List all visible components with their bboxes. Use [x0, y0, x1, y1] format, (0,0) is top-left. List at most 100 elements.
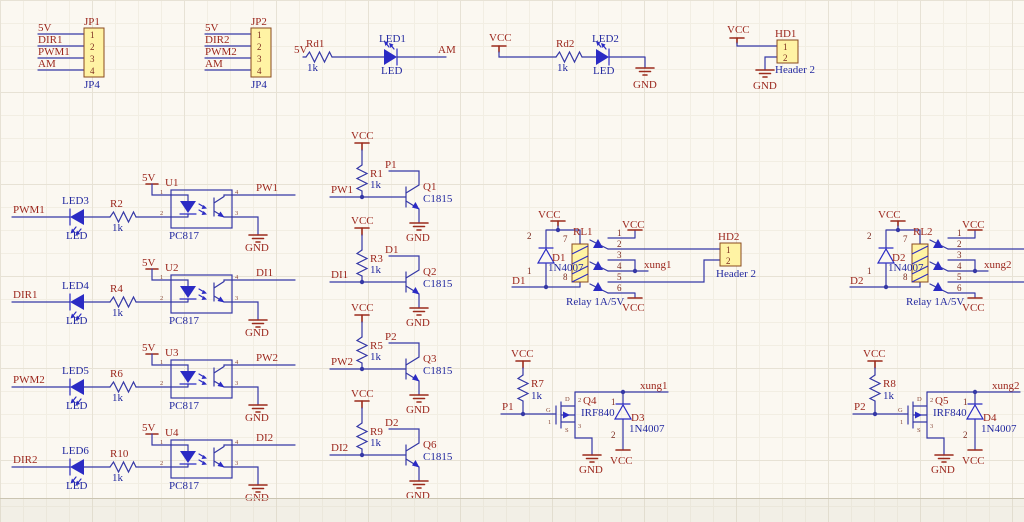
part-ref: U3: [165, 347, 179, 359]
part-ref: R10: [110, 448, 129, 460]
relay-rl1[interactable]: VCC RL1 2 7 D1 1N4007 1 8 D1 Relay 1A/5V…: [511, 209, 721, 314]
part-ref: JP1: [84, 16, 100, 28]
pin-number: 1: [160, 189, 163, 196]
part-ref: RL1: [573, 226, 593, 238]
pin-number: 2: [867, 231, 872, 241]
pin-number: 5: [957, 272, 962, 282]
pin-number: 2: [257, 42, 262, 52]
pin-number: 2: [160, 460, 163, 467]
power-label: GND: [931, 464, 955, 476]
power-label: GND: [633, 79, 657, 91]
relay-rl2[interactable]: VCC RL2 2 7 D2 1N4007 1 8 D2 Relay 1A/5V…: [849, 209, 1024, 314]
schematic-canvas[interactable]: 5V DIR1 PWM1 AM JP1 JP4 1 2 3 4 5V DIR2 …: [0, 0, 1024, 522]
opto-stage-u4[interactable]: DIR2 LED6 LED R10 1k 5V U4 1 2 4 3 PC817…: [11, 422, 295, 504]
pin-number: 3: [235, 295, 238, 302]
opto-stage-u3[interactable]: PWM2 LED5 LED R6 1k 5V U3 1 2 4 3 PC817 …: [11, 342, 295, 424]
pin-number: 3: [930, 423, 933, 430]
net-label: VCC: [962, 219, 985, 231]
part-ref: R2: [110, 198, 123, 210]
opto-stage-u2[interactable]: DIR1 LED4 LED R4 1k 5V U2 1 2 4 3 PC817 …: [11, 257, 295, 339]
pin-number: 4: [257, 66, 262, 76]
part-value: Relay 1A/5V: [906, 296, 964, 308]
pin-number: 1: [257, 30, 262, 40]
part-ref: R4: [110, 283, 123, 295]
part-value: LED: [66, 315, 87, 327]
net-label: PW1: [256, 182, 278, 194]
pin-number: 2: [160, 210, 163, 217]
part-value: JP4: [251, 79, 267, 91]
npn-stage-q3[interactable]: VCC R5 1k PW2 P2 Q3 C1815 GND: [329, 302, 453, 416]
pin-letter: G: [898, 407, 903, 414]
pin-number: 8: [903, 272, 908, 282]
pin-number: 7: [563, 234, 568, 244]
part-value: PC817: [169, 230, 199, 242]
net-label: P1: [385, 159, 397, 171]
power-label: GND: [406, 404, 430, 416]
npn-stage-q6[interactable]: VCC R9 1k DI2 D2 Q6 C1815 GND: [329, 388, 453, 502]
part-value: 1N4007: [981, 423, 1017, 435]
connector-jp2[interactable]: 5V DIR2 PWM2 AM JP2 JP4 1 2 3 4: [204, 16, 272, 91]
pin-number: 1: [160, 274, 163, 281]
pin-number: 2: [957, 239, 962, 249]
power-label: GND: [406, 317, 430, 329]
net-label: PW1: [331, 184, 353, 196]
net-label: P2: [854, 401, 866, 413]
net-label: DI1: [331, 269, 348, 281]
pin-number: 1: [900, 419, 903, 426]
indicator-led2-circuit[interactable]: VCC Rd2 1k LED2 LED GND: [489, 32, 657, 91]
pin-number: 1: [726, 245, 731, 255]
connector-hd2[interactable]: HD2 1 2 Header 2: [716, 231, 756, 280]
part-ref: RL2: [913, 226, 933, 238]
part-value: 1k: [370, 179, 382, 191]
sheet-bottom-border: [0, 498, 1024, 522]
part-ref: Q6: [423, 439, 437, 451]
part-value: 1k: [370, 264, 382, 276]
net-label: DIR1: [13, 289, 37, 301]
net-label: 5V: [142, 172, 156, 184]
part-ref: LED6: [62, 445, 89, 457]
pin-letter: D: [565, 396, 570, 403]
schematic-sheet: 5V DIR1 PWM1 AM JP1 JP4 1 2 3 4 5V DIR2 …: [0, 0, 1024, 522]
pin-number: 2: [963, 430, 968, 440]
pin-number: 2: [726, 256, 731, 266]
pin-number: 2: [527, 231, 532, 241]
indicator-led1-circuit[interactable]: 5V Rd1 1k LED1 LED AM: [294, 33, 456, 77]
net-label: AM: [38, 58, 56, 70]
pin-number: 2: [617, 239, 622, 249]
connector-jp1[interactable]: 5V DIR1 PWM1 AM JP1 JP4 1 2 3 4: [37, 16, 105, 91]
opto-stage-u1[interactable]: PWM1 LED3 LED R2 1k 5V U1 1 2 4 3 PC817 …: [11, 172, 295, 254]
net-label: P1: [502, 401, 514, 413]
part-value: PC817: [169, 315, 199, 327]
pin-number: 4: [617, 261, 622, 271]
part-value: IRF840: [581, 407, 615, 419]
pin-letter: G: [546, 407, 551, 414]
npn-stage-q2[interactable]: VCC R3 1k DI1 D1 Q2 C1815 GND: [329, 215, 453, 329]
pin-number: 1: [963, 397, 968, 407]
part-ref: LED1: [379, 33, 406, 45]
net-label: VCC: [511, 348, 534, 360]
pin-number: 1: [611, 397, 616, 407]
mosfet-stage-q5[interactable]: VCC R8 1k P2 Q5 IRF840 D G S 2 1 3 xung2…: [852, 348, 1021, 476]
part-value: LED: [66, 480, 87, 492]
connector-hd1[interactable]: VCC HD1 1 2 Header 2 GND: [727, 24, 815, 92]
npn-stage-q1[interactable]: VCC R1 1k PW1 P1 Q1 C1815 GND: [329, 130, 453, 244]
net-label: D1: [385, 244, 398, 256]
pin-number: 2: [783, 53, 788, 63]
net-label: xung1: [640, 380, 668, 392]
part-value: 1k: [531, 390, 543, 402]
pin-number: 1: [548, 419, 551, 426]
part-ref: Q4: [583, 395, 597, 407]
net-label: DI1: [256, 267, 273, 279]
part-value: PC817: [169, 400, 199, 412]
part-value: 1k: [112, 392, 124, 404]
part-value: IRF840: [933, 407, 967, 419]
pin-number: 6: [957, 283, 962, 293]
part-value: LED: [381, 65, 402, 77]
mosfet-stage-q4[interactable]: VCC R7 1k P1 Q4 IRF840 D G S 2 1 3 xung1…: [500, 348, 669, 476]
pin-number: 3: [235, 460, 238, 467]
power-label: GND: [245, 412, 269, 424]
pin-number: 1: [783, 42, 788, 52]
part-ref: LED2: [592, 33, 619, 45]
net-label: DI2: [331, 442, 348, 454]
net-label: DIR2: [13, 454, 37, 466]
